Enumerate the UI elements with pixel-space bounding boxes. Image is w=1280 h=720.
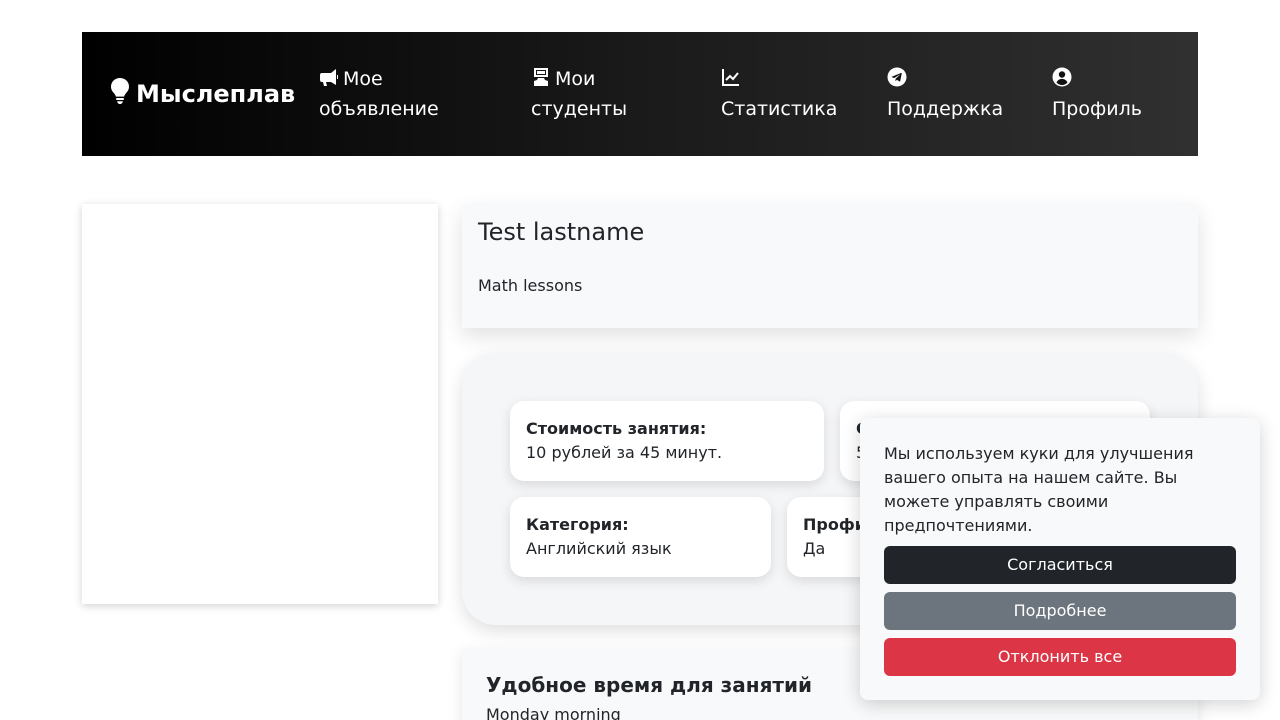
nav-profile[interactable]: Профиль — [1052, 64, 1192, 124]
tutor-name: Test lastname — [478, 218, 645, 246]
lightbulb-icon — [110, 78, 130, 110]
category-box: Категория: Английский язык — [510, 497, 771, 577]
cookie-more-button[interactable]: Подробнее — [884, 592, 1236, 630]
nav-my-students[interactable]: Мои студенты — [531, 64, 681, 124]
cookie-accept-button[interactable]: Согласиться — [884, 546, 1236, 584]
nav-support-label: Поддержка — [887, 98, 1004, 120]
user-circle-icon — [1052, 66, 1072, 87]
category-value: Английский язык — [526, 539, 672, 558]
nav-my-ad[interactable]: Мое объявление — [319, 64, 489, 124]
schedule-value: Monday morning — [486, 705, 621, 720]
category-label: Категория: — [526, 515, 629, 534]
megaphone-icon — [319, 66, 339, 86]
schedule-heading: Удобное время для занятий — [486, 673, 813, 697]
brand-name: Мыслеплав — [136, 80, 296, 108]
nav-profile-label: Профиль — [1052, 98, 1142, 120]
cookie-message: Мы используем куки для улучшения вашего … — [884, 444, 1194, 535]
nav-support[interactable]: Поддержка — [887, 64, 1037, 124]
listing-description: Math lessons — [478, 276, 583, 295]
price-box: Стоимость занятия: 10 рублей за 45 минут… — [510, 401, 824, 481]
brand-logo[interactable]: Мыслеплав — [110, 78, 295, 110]
nav-statistics[interactable]: Статистика — [721, 64, 881, 124]
cookie-banner: Мы используем куки для улучшения вашего … — [860, 418, 1260, 700]
listing-title-card: Test lastname Math lessons — [462, 204, 1198, 328]
telegram-icon — [887, 66, 907, 87]
nav-statistics-label: Статистика — [721, 98, 838, 120]
price-label: Стоимость занятия: — [526, 419, 707, 438]
price-value: 10 рублей за 45 минут. — [526, 443, 723, 462]
chart-line-icon — [721, 66, 741, 86]
cookie-decline-button[interactable]: Отклонить все — [884, 638, 1236, 676]
top-navbar: Мыслеплав Мое объявление Мои студенты Ст… — [82, 32, 1198, 156]
tutor-photo — [82, 204, 438, 604]
teacher-icon — [531, 66, 551, 86]
